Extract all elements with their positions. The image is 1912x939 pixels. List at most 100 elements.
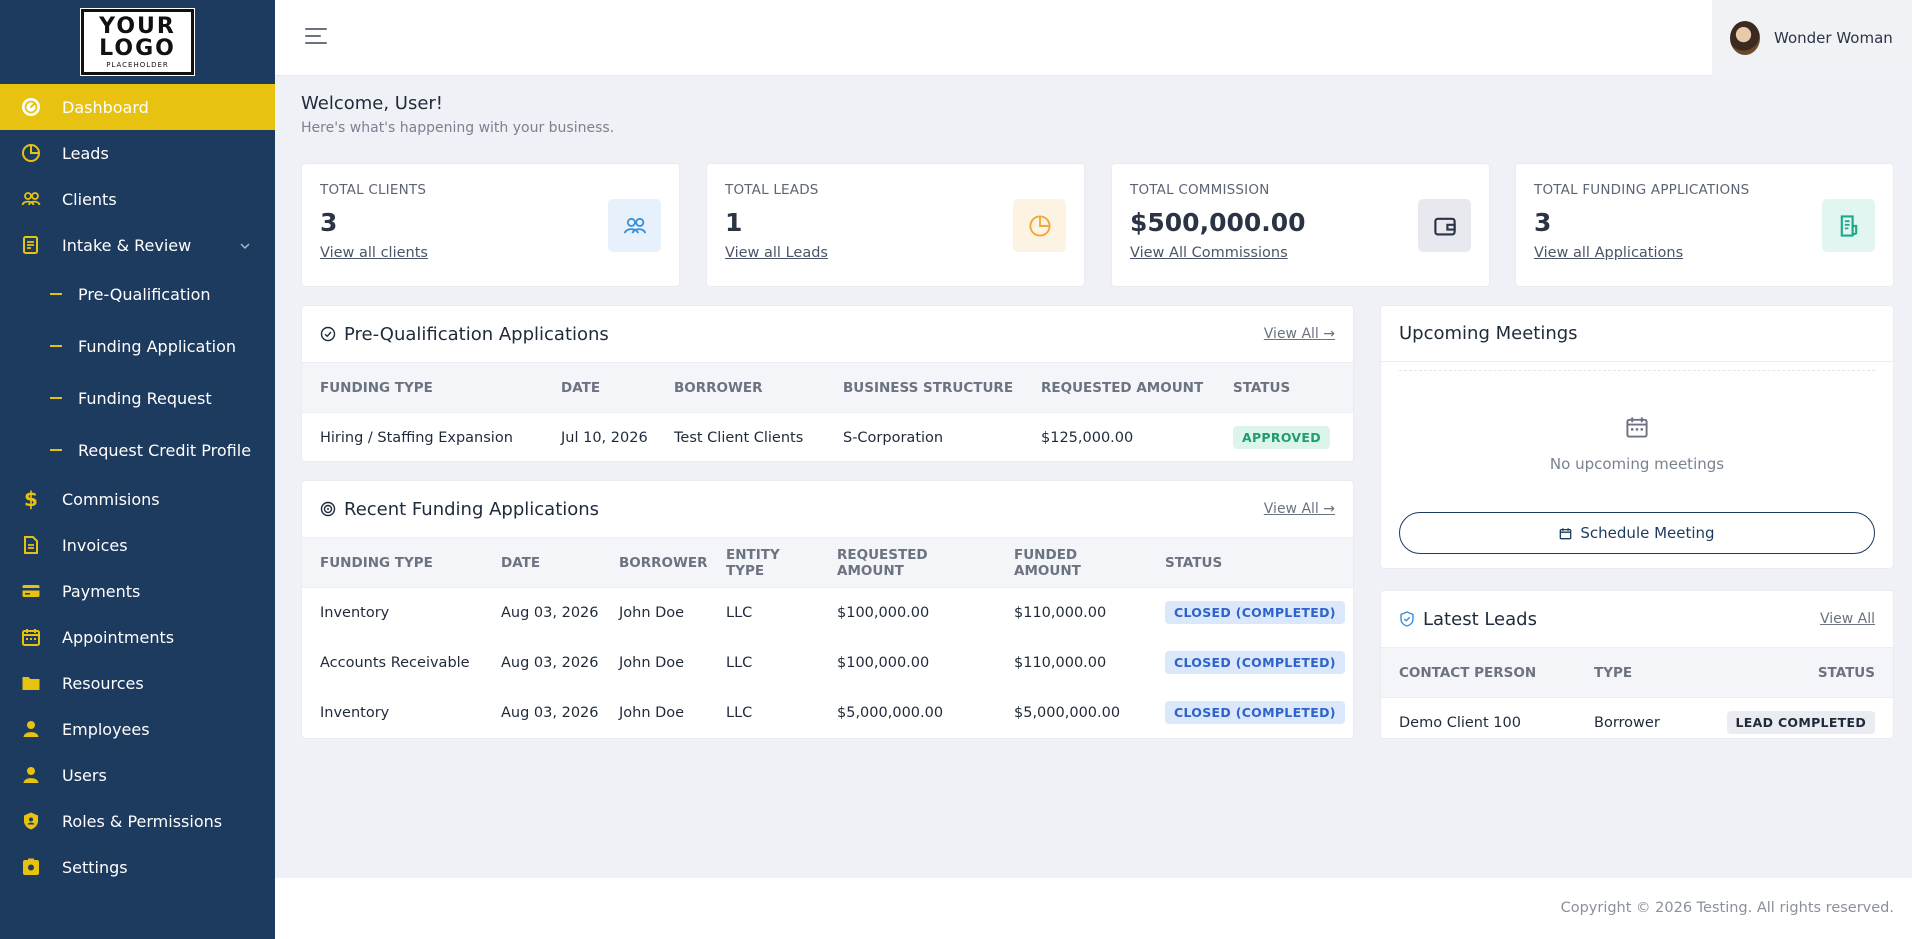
card-header: Latest Leads View All xyxy=(1381,591,1893,647)
cell-entity-type: LLC xyxy=(726,704,753,721)
credit-card-icon xyxy=(20,580,42,602)
cell-funded-amount: $110,000.00 xyxy=(1014,604,1107,621)
sidebar-item-label: Employees xyxy=(62,719,150,739)
sidebar-subitem-funding-request[interactable]: Funding Request xyxy=(0,372,275,424)
cell-requested-amount: $5,000,000.00 xyxy=(837,704,944,721)
logo[interactable]: YOUR LOGO PLACEHOLDER xyxy=(80,8,195,76)
sidebar-item-leads[interactable]: Leads xyxy=(0,130,275,176)
dash-icon xyxy=(50,345,62,347)
user-icon xyxy=(20,718,42,740)
card-title: Latest Leads xyxy=(1423,608,1537,630)
view-all-leads-link[interactable]: View all Leads xyxy=(725,245,828,261)
leads-view-all-link[interactable]: View All xyxy=(1820,611,1875,627)
funding-view-all-link[interactable]: View All → xyxy=(1264,501,1335,517)
view-all-clients-link[interactable]: View all clients xyxy=(320,245,428,261)
leads-table: CONTACT PERSON TYPE STATUS Demo Client 1… xyxy=(1381,647,1893,748)
sidebar-item-label: Resources xyxy=(62,673,144,693)
sidebar-item-appointments[interactable]: Appointments xyxy=(0,614,275,660)
sidebar-item-resources[interactable]: Resources xyxy=(0,660,275,706)
avatar xyxy=(1730,21,1760,55)
column-header[interactable]: STATUS xyxy=(1147,537,1353,588)
sidebar-item-label: Payments xyxy=(62,581,141,601)
cell-requested-amount: $100,000.00 xyxy=(837,604,930,621)
column-header[interactable]: CONTACT PERSON xyxy=(1381,647,1576,698)
column-header[interactable]: REQUESTED AMOUNT xyxy=(1023,362,1215,413)
sidebar-item-settings[interactable]: Settings xyxy=(0,844,275,890)
column-header[interactable]: FUNDED AMOUNT xyxy=(996,537,1147,588)
menu-toggle-icon[interactable] xyxy=(305,28,329,48)
view-all-commissions-link[interactable]: View All Commissions xyxy=(1130,245,1288,261)
sidebar-item-label: Intake & Review xyxy=(62,235,192,255)
schedule-meeting-label: Schedule Meeting xyxy=(1580,524,1715,542)
cell-date: Aug 03, 2026 xyxy=(501,604,599,621)
table-row[interactable]: Demo Client 100 Borrower LEAD COMPLETED xyxy=(1381,698,1893,748)
status-badge: LEAD COMPLETED xyxy=(1726,711,1875,735)
user-menu[interactable]: Wonder Woman xyxy=(1712,0,1912,76)
stat-label: TOTAL COMMISSION xyxy=(1130,182,1270,198)
sidebar-item-clients[interactable]: Clients xyxy=(0,176,275,222)
topbar: Wonder Woman xyxy=(275,0,1912,76)
cell-borrower: Test Client Clients xyxy=(674,429,804,446)
sidebar-item-payments[interactable]: Payments xyxy=(0,568,275,614)
column-header[interactable]: BUSINESS STRUCTURE xyxy=(825,362,1023,413)
table-row[interactable]: Accounts Receivable Aug 03, 2026 John Do… xyxy=(302,638,1353,688)
wallet-icon xyxy=(1418,199,1471,252)
sidebar-item-label: Leads xyxy=(62,143,109,163)
cell-funded-amount: $5,000,000.00 xyxy=(1014,704,1121,721)
table-header-row: CONTACT PERSON TYPE STATUS xyxy=(1381,647,1893,698)
users-icon xyxy=(608,199,661,252)
sidebar-item-invoices[interactable]: Invoices xyxy=(0,522,275,568)
column-header[interactable]: REQUESTED AMOUNT xyxy=(819,537,996,588)
cell-funding-type: Inventory xyxy=(320,704,390,721)
column-header[interactable]: TYPE xyxy=(1576,647,1675,698)
table-row[interactable]: Inventory Aug 03, 2026 John Doe LLC $100… xyxy=(302,588,1353,638)
table-header-row: FUNDING TYPE DATE BORROWER BUSINESS STRU… xyxy=(302,362,1353,413)
column-header[interactable]: STATUS xyxy=(1675,647,1893,698)
settings-icon xyxy=(20,856,42,878)
table-row[interactable]: Inventory Aug 03, 2026 John Doe LLC $5,0… xyxy=(302,688,1353,738)
sidebar-item-label: Users xyxy=(62,765,107,785)
sidebar-item-roles-permissions[interactable]: Roles & Permissions xyxy=(0,798,275,844)
column-header[interactable]: BORROWER xyxy=(656,362,825,413)
card-header: Upcoming Meetings xyxy=(1381,306,1893,362)
column-header[interactable]: FUNDING TYPE xyxy=(302,537,483,588)
sidebar-item-dashboard[interactable]: Dashboard xyxy=(0,84,275,130)
sidebar-item-users[interactable]: Users xyxy=(0,752,275,798)
table-row[interactable]: Hiring / Staffing Expansion Jul 10, 2026… xyxy=(302,413,1353,463)
column-header[interactable]: ENTITY TYPE xyxy=(708,537,819,588)
document-icon xyxy=(1822,199,1875,252)
logo-text-your: YOUR xyxy=(99,13,176,39)
column-header[interactable]: DATE xyxy=(543,362,656,413)
main-content: Welcome, User! Here's what's happening w… xyxy=(301,76,1894,739)
calendar-icon xyxy=(1559,527,1572,540)
footer: Copyright © 2026 Testing. All rights res… xyxy=(275,878,1912,939)
column-header[interactable]: DATE xyxy=(483,537,601,588)
sidebar-subitem-pre-qualification[interactable]: Pre-Qualification xyxy=(0,268,275,320)
dashboard-gauge-icon xyxy=(20,96,42,118)
sidebar-subitem-request-credit-profile[interactable]: Request Credit Profile xyxy=(0,424,275,476)
cell-status: CLOSED (COMPLETED) xyxy=(1147,638,1353,688)
view-all-applications-link[interactable]: View all Applications xyxy=(1534,245,1683,261)
column-header[interactable]: FUNDING TYPE xyxy=(302,362,543,413)
chevron-down-icon[interactable] xyxy=(239,237,251,256)
pie-chart-icon xyxy=(1013,199,1066,252)
cell-status: LEAD COMPLETED xyxy=(1675,698,1893,748)
shield-icon xyxy=(20,810,42,832)
sidebar-item-commisions[interactable]: $ Commisions xyxy=(0,476,275,522)
cell-funding-type: Inventory xyxy=(320,604,390,621)
sidebar-item-intake-review[interactable]: Intake & Review xyxy=(0,222,275,268)
calendar-icon xyxy=(20,626,42,648)
upcoming-meetings-card: Upcoming Meetings No upcoming meetings S… xyxy=(1380,305,1894,569)
stat-card-total-commission: TOTAL COMMISSION $500,000.00 View All Co… xyxy=(1111,163,1490,287)
cell-date: Jul 10, 2026 xyxy=(561,429,648,446)
prequal-view-all-link[interactable]: View All → xyxy=(1264,326,1335,342)
status-badge: CLOSED (COMPLETED) xyxy=(1165,651,1345,674)
sidebar-item-label: Appointments xyxy=(62,627,175,647)
sidebar-item-employees[interactable]: Employees xyxy=(0,706,275,752)
cell-date: Aug 03, 2026 xyxy=(501,654,599,671)
column-header[interactable]: BORROWER xyxy=(601,537,708,588)
column-header[interactable]: STATUS xyxy=(1215,362,1353,413)
schedule-meeting-button[interactable]: Schedule Meeting xyxy=(1399,512,1875,554)
sidebar-subitem-funding-application[interactable]: Funding Application xyxy=(0,320,275,372)
pie-chart-icon xyxy=(20,142,42,164)
